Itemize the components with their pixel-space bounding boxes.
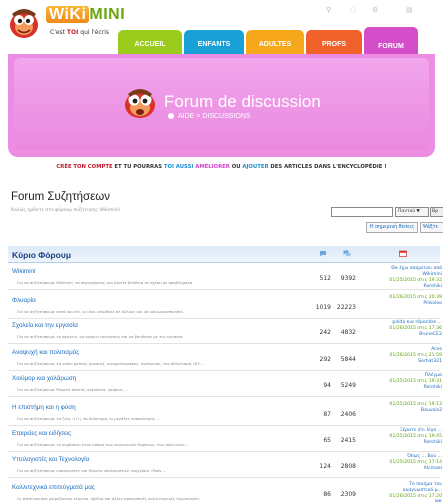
topic-count: 292 (319, 356, 331, 363)
forum-name-link[interactable]: Αναψυχή και πολιτισμός (12, 349, 79, 356)
search-icon[interactable]: ⚲ (326, 6, 331, 14)
last-post-user[interactable]: Bauvois2 (366, 408, 442, 414)
forum-row[interactable]: Εταιρείες και ειδήσεις Για να συζητήσουμε… (8, 428, 442, 452)
breadcrumb[interactable]: AIDE > DISCUSSIONS (168, 113, 251, 120)
forum-description: Οι wikiminautes μοιράζονται κείμενα, σχέ… (17, 496, 201, 501)
last-post: 01/25/2015 στις 19:13 Bauvois2 (366, 402, 442, 414)
forum-row[interactable]: Φλυαρία Για να συζητήσουμε αυτό και ότι, … (8, 295, 442, 319)
topic-count: 86 (323, 491, 331, 498)
category-title[interactable]: Κύριο Φόρουμ (12, 250, 71, 260)
last-post: Ξέρατε ότι λίγο ... 01/25/2015 στις 19:45… (366, 428, 442, 446)
promo-line: CRÉE TON COMPTE ET TU POURRAS TOI AUSSI … (56, 164, 387, 170)
help-icon[interactable]: ◌ (350, 6, 356, 14)
logo-wiki: WiKi (46, 6, 90, 23)
wikimini-logo-text[interactable]: WiKi MINI (46, 6, 125, 24)
tab-adultes[interactable]: ADULTES (246, 30, 304, 54)
post-count: 22223 (336, 304, 356, 311)
tagline: C'est TOI qui l'écris (50, 29, 110, 36)
banner-title: Forum de discussion (164, 92, 321, 111)
tab-enfants[interactable]: ENFANTS (184, 30, 244, 54)
post-count: 9392 (340, 275, 356, 282)
last-post-user[interactable]: Rorohiki (366, 284, 442, 290)
forum-description: Για να συζητήσουμε το συμβαίνει στον κόσ… (17, 442, 190, 447)
search-go-button[interactable]: Βρ (430, 207, 443, 217)
topic-count: 87 (323, 411, 331, 418)
todays-posts-button[interactable]: Η σημερινή θέσεις (366, 222, 418, 233)
last-post-user[interactable]: Rorohiki (366, 385, 442, 391)
forum-description: Για να συζητήσουμε θέματα αστεία, ανέκδο… (17, 387, 128, 392)
logo-mini: MINI (89, 6, 126, 23)
main-nav: ACCUEIL ENFANTS ADULTES PROFS FORUM (118, 27, 420, 54)
forum-row[interactable]: Αναψυχή και πολιτισμός Για να συζητήσουμε… (8, 347, 442, 371)
forum-description: Για να συζητήσουμε αυτό και ότι, οι ίδιο… (17, 309, 184, 314)
create-account-link[interactable]: CRÉE TON COMPTE (56, 164, 112, 170)
forum-description: Για να συζητήσουμε τα ζώα, η Γη, το διάσ… (17, 416, 161, 421)
breadcrumb-dot-icon (168, 113, 174, 120)
post-count: 2415 (340, 437, 356, 444)
forum-row[interactable]: Υπολογιστές και Τεχνολογία Για να συζητήσ… (8, 454, 442, 478)
topics-bubble-icon (320, 251, 326, 257)
forum-row[interactable]: Σχολείο και την εργασία Για να συζητήσουμ… (8, 320, 442, 344)
forum-description: Για να συζητήσουμε τα video games, μουσι… (17, 361, 205, 366)
post-count: 4832 (340, 329, 356, 336)
forum-description: Για να συζητήσουμε το σχολείο, να κάνουν… (17, 334, 184, 339)
last-post: Θα έχω απομείνει από Wikimini 01/25/2015 σ… (366, 266, 442, 290)
forum-name-link[interactable]: Εταιρείες και ειδήσεις (12, 430, 71, 437)
tab-forum[interactable]: FORUM (364, 27, 418, 54)
settings-icon[interactable]: ⚙ (372, 6, 378, 14)
last-post-user[interactable]: BruneCE2 (366, 332, 442, 338)
posts-bubbles-icon (343, 250, 351, 257)
page-title: Forum Συζητήσεων (11, 191, 110, 203)
forum-name-link[interactable]: Σχολείο και την εργασία (12, 322, 78, 329)
forum-name-link[interactable]: Καλλιτεχνικά επιτεύγματά μας (12, 484, 95, 491)
post-count: 5249 (340, 382, 356, 389)
last-post: Πλέγμα 01/25/2015 στις 19:31 Rorohiki (366, 373, 442, 391)
last-post-user[interactable]: Alcmaei (366, 466, 442, 472)
last-post: Όπως ... Βου ... 01/25/2015 στις 17:14 Alc… (366, 454, 442, 472)
calendar-icon (399, 250, 407, 257)
last-post: 01/26/2015 στις 20:39 Pillsoloo (366, 295, 442, 307)
last-post-user[interactable]: Rorohiki (366, 440, 442, 446)
topic-count: 1019 (315, 304, 331, 311)
forum-row[interactable]: Χιούμορ και χαλάρωση Για να συζητήσουμε θ… (8, 373, 442, 397)
forum-name-link[interactable]: Wikimini (12, 268, 35, 275)
post-count: 2406 (340, 411, 356, 418)
forum-mascot-icon (125, 89, 155, 118)
table-header (8, 246, 440, 263)
tab-profs[interactable]: PROFS (306, 30, 362, 54)
forum-name-link[interactable]: Η επιστήμη και η φύση (12, 404, 76, 411)
topic-count: 65 (323, 437, 331, 444)
wikimini-mascot-logo[interactable] (6, 6, 42, 40)
last-post: polda κια répondre ... 01/26/2015 στις 17… (366, 320, 442, 338)
tab-accueil[interactable]: ACCUEIL (118, 30, 182, 54)
post-count: 2309 (340, 491, 356, 498)
menu-icon[interactable]: ▤ (406, 6, 413, 14)
topic-count: 94 (323, 382, 331, 389)
post-count: 2808 (340, 463, 356, 470)
last-post-user[interactable]: Pillsoloo (366, 301, 442, 307)
last-post: Aces 01/26/2015 στις 21:59 Serhat321 (366, 347, 442, 365)
forum-row[interactable]: Wikimini Για να συζητήσουμε Wikimini, τα … (8, 266, 442, 290)
forum-name-link[interactable]: Υπολογιστές και Τεχνολογία (12, 456, 89, 463)
forum-description: Για να συζητήσουμε υπολογιστές και θέματ… (17, 468, 167, 473)
forum-name-link[interactable]: Χιούμορ και χαλάρωση (12, 375, 76, 382)
search-scope-select[interactable]: Παντού ▼ (395, 207, 429, 217)
topic-count: 512 (319, 275, 331, 282)
forum-name-link[interactable]: Φλυαρία (12, 297, 36, 304)
forum-row[interactable]: Καλλιτεχνικά επιτεύγματά μας Οι wikiminau… (8, 482, 442, 502)
page-subtitle: Καλώς ήρθατε στο φόρουμ συζήτησης Wikimi… (11, 208, 121, 213)
search-input[interactable] (331, 207, 393, 217)
topic-count: 242 (319, 329, 331, 336)
forum-row[interactable]: Η επιστήμη και η φύση Για να συζητήσουμε … (8, 402, 442, 426)
search-button[interactable]: Ψάξτε (420, 222, 443, 233)
topic-count: 124 (319, 463, 331, 470)
last-post: Το ποιήμα του αναγνωστικό μ... 01/26/2015 … (366, 482, 442, 502)
post-count: 5844 (340, 356, 356, 363)
forum-description: Για να συζητήσουμε Wikimini, τα περιεχόμ… (17, 280, 194, 285)
last-post-user[interactable]: Serhat321 (366, 359, 442, 365)
